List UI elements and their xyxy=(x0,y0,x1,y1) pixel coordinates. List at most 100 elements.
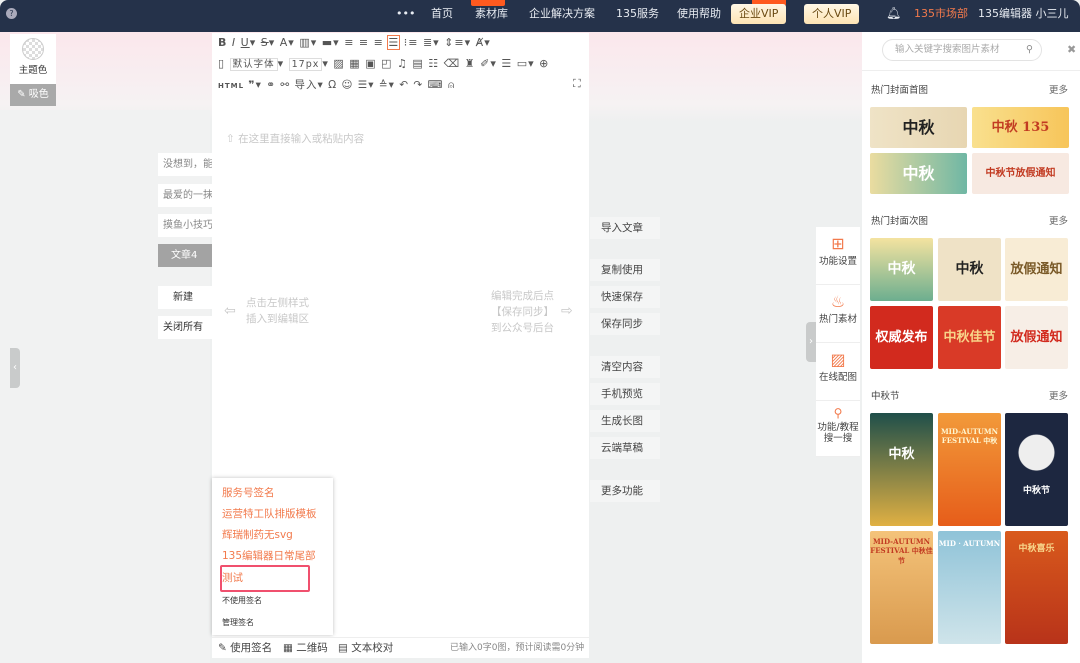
material-search-input[interactable]: 输入关键字搜索图片素材 ⚲ xyxy=(882,39,1042,61)
format-painter-icon[interactable]: ✐ xyxy=(480,57,490,70)
underline-icon[interactable]: U xyxy=(241,36,250,49)
secondary-thumbnail[interactable]: 中秋 xyxy=(938,238,1001,301)
use-signature-button[interactable]: ✎ 使用签名 xyxy=(218,638,272,659)
import-article-button[interactable]: 导入文章 xyxy=(590,217,660,239)
omega-icon[interactable]: Ω xyxy=(328,79,337,91)
article-tab[interactable]: 没想到，能 xyxy=(158,153,212,176)
undo-icon[interactable]: ↶ xyxy=(399,79,409,91)
poster-thumbnail[interactable]: MID · AUTUMN xyxy=(938,531,1001,644)
more-functions-button[interactable]: 更多功能 xyxy=(590,480,660,502)
collapse-right-handle[interactable]: › xyxy=(806,322,816,362)
signature-item[interactable]: 辉瑞制药无svg xyxy=(222,527,293,542)
signature-item[interactable]: 服务号签名 xyxy=(222,485,275,500)
cover-thumbnail[interactable]: 中秋 xyxy=(870,153,967,194)
fullscreen-icon[interactable]: ⛶ xyxy=(573,77,581,91)
more-link[interactable]: 更多 xyxy=(1049,82,1068,96)
nav-services[interactable]: 135服务 xyxy=(616,0,659,32)
line-height-icon[interactable]: ⇕≡ xyxy=(444,36,464,49)
gallery-icon[interactable]: ◰ xyxy=(381,57,392,70)
clear-format-icon[interactable]: Ⱥ xyxy=(476,36,485,49)
background-icon[interactable]: ▬ xyxy=(322,36,333,49)
list-icon[interactable]: ☰ xyxy=(501,57,512,70)
strikethrough-icon[interactable]: S xyxy=(261,36,269,49)
import-menu[interactable]: 导入 xyxy=(295,79,318,91)
help-icon[interactable]: ? xyxy=(6,8,17,19)
redo-icon[interactable]: ↷ xyxy=(413,79,423,91)
editor-placeholder[interactable]: ⇧ 在这里直接输入或粘贴内容 xyxy=(226,131,364,147)
frame-icon[interactable]: ▭ xyxy=(517,57,528,70)
cover-thumbnail[interactable]: 中秋节放假通知 xyxy=(972,153,1069,194)
poster-thumbnail[interactable]: 中秋节 xyxy=(1005,413,1068,526)
save-sync-button[interactable]: 保存同步 xyxy=(590,313,660,335)
secondary-thumbnail[interactable]: 中秋佳节 xyxy=(938,306,1001,369)
article-tab[interactable]: 最爱的一抹 xyxy=(158,184,212,207)
poster-thumbnail[interactable]: 中秋 xyxy=(870,413,933,526)
nav-home[interactable]: 首页 xyxy=(431,0,453,32)
page-icon[interactable]: ▯ xyxy=(218,57,225,70)
user-name[interactable]: 135编辑器 小三儿 xyxy=(978,0,1069,32)
spacing-icon[interactable]: ≣ xyxy=(423,36,433,49)
justify-icon[interactable]: ☰ xyxy=(387,35,401,50)
bell-icon[interactable]: 🔔︎ xyxy=(886,6,901,20)
heading-icon[interactable]: ≙ xyxy=(379,79,389,91)
bullets-icon[interactable]: ☰ xyxy=(358,79,368,91)
close-icon[interactable]: ✖ xyxy=(1067,43,1076,56)
font-size-select[interactable]: 17px xyxy=(288,58,323,71)
signature-item[interactable]: 135编辑器日常尾部 xyxy=(222,548,316,563)
nav-solutions[interactable]: 企业解决方案 xyxy=(529,0,595,32)
eyedropper-button[interactable]: ✎ 吸色 xyxy=(10,84,56,106)
enterprise-vip-button[interactable]: 企业VIP xyxy=(731,4,787,24)
signature-item[interactable]: 运营特工队排版模板 xyxy=(222,506,317,521)
font-family-select[interactable]: 默认字体 xyxy=(229,58,278,71)
mobile-preview-button[interactable]: 手机预览 xyxy=(590,383,660,405)
proofread-button[interactable]: ▤ 文本校对 xyxy=(338,638,393,659)
quote-icon[interactable]: ❞ xyxy=(248,79,255,91)
font-color-icon[interactable]: A xyxy=(280,36,289,49)
align-right-icon[interactable]: ≡ xyxy=(374,36,384,49)
stamp-icon[interactable]: ♜ xyxy=(465,57,476,70)
collapse-left-handle[interactable]: ‹ xyxy=(10,348,20,388)
nav-materials[interactable]: 素材库 xyxy=(475,0,508,32)
more-link[interactable]: 更多 xyxy=(1049,388,1068,402)
pattern-icon[interactable]: ▨ xyxy=(333,57,344,70)
side-tab-images[interactable]: ▨ 在线配图 xyxy=(816,343,860,401)
html-button[interactable]: HTML xyxy=(218,82,244,90)
secondary-thumbnail[interactable]: 中秋 xyxy=(870,238,933,301)
close-all-button[interactable]: 关闭所有 xyxy=(158,316,212,339)
article-tab-active[interactable]: 文章4 xyxy=(158,244,212,267)
no-signature-item[interactable]: 不使用签名 xyxy=(222,595,262,606)
poster-thumbnail[interactable]: 中秋喜乐 xyxy=(1005,531,1068,644)
eraser-icon[interactable]: ⌫ xyxy=(444,57,461,70)
long-image-button[interactable]: 生成长图 xyxy=(590,410,660,432)
border-icon[interactable]: ▥ xyxy=(299,36,310,49)
unlink-icon[interactable]: ⚯ xyxy=(280,79,290,91)
quick-save-button[interactable]: 快速保存 xyxy=(590,286,660,308)
search-icon[interactable]: ⚲ xyxy=(1026,40,1033,60)
zoom-icon[interactable]: ⊕ xyxy=(539,57,549,70)
indent-icon[interactable]: ⁝≡ xyxy=(404,36,419,49)
new-article-button[interactable]: 新建 xyxy=(158,286,212,309)
copy-button[interactable]: 复制使用 xyxy=(590,259,660,281)
article-tab[interactable]: 摸鱼小技巧 xyxy=(158,214,212,237)
more-link[interactable]: 更多 xyxy=(1049,213,1068,227)
preview-icon[interactable]: ⍝ xyxy=(448,79,455,91)
personal-vip-button[interactable]: 个人VIP xyxy=(804,4,860,24)
comment-icon[interactable]: ⌨ xyxy=(428,79,444,91)
align-left-icon[interactable]: ≡ xyxy=(344,36,354,49)
poster-thumbnail[interactable]: MID-AUTUMN FESTIVAL 中秋 xyxy=(938,413,1001,526)
video-icon[interactable]: ▤ xyxy=(412,57,423,70)
music-icon[interactable]: ♫ xyxy=(397,57,408,70)
bold-icon[interactable]: B xyxy=(218,36,227,49)
manage-signature-item[interactable]: 管理签名 xyxy=(222,617,254,628)
side-tab-search[interactable]: ⚲ 功能/教程 搜一搜 xyxy=(816,401,860,457)
image-icon[interactable]: ▣ xyxy=(365,57,376,70)
divider-icon[interactable]: ☷ xyxy=(428,57,439,70)
secondary-thumbnail[interactable]: 权威发布 xyxy=(870,306,933,369)
cover-thumbnail[interactable]: 中秋 135 xyxy=(972,107,1069,148)
link-icon[interactable]: ⚭ xyxy=(266,79,276,91)
cloud-drafts-button[interactable]: 云端草稿 xyxy=(590,437,660,459)
side-tab-hot[interactable]: ♨ 热门素材 xyxy=(816,285,860,343)
more-menu[interactable]: ••• xyxy=(396,0,415,32)
poster-thumbnail[interactable]: MID-AUTUMN FESTIVAL 中秋佳节 xyxy=(870,531,933,644)
secondary-thumbnail[interactable]: 放假通知 xyxy=(1005,238,1068,301)
